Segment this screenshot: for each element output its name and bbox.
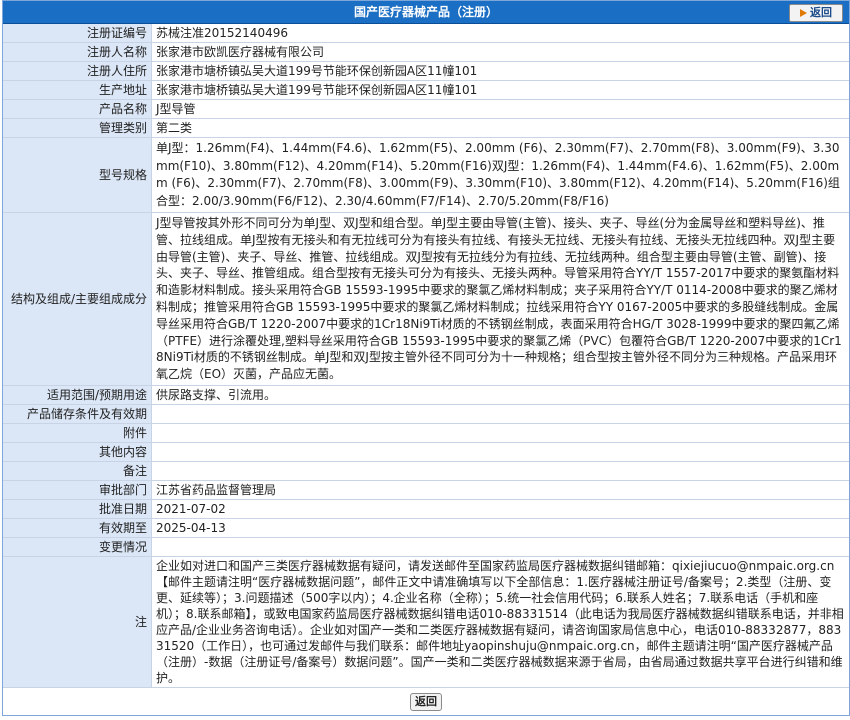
field-label: 注册证编号 xyxy=(3,24,152,43)
field-value: 供尿路支撑、引流用。 xyxy=(151,385,849,405)
field-label: 型号规格 xyxy=(3,137,152,213)
back-button-bottom[interactable]: 返回 xyxy=(410,692,442,711)
table-row: 附件 xyxy=(3,423,849,443)
field-label: 产品储存条件及有效期 xyxy=(3,404,152,424)
back-button-label: 返回 xyxy=(810,6,832,19)
field-label: 产品名称 xyxy=(3,99,152,119)
table-row: 注册人住所 张家港市塘桥镇弘吴大道199号节能环保创新园A区11幢101 xyxy=(3,61,849,81)
field-value: 单J型：1.26mm(F4)、1.44mm(F4.6)、1.62mm(F5)、2… xyxy=(151,137,849,213)
table-row: 管理类别 第二类 xyxy=(3,118,849,138)
table-row: 其他内容 xyxy=(3,442,849,462)
field-label: 结构及组成/主要组成成分 xyxy=(3,212,152,386)
detail-table: 注册证编号 苏械注准20152140496 注册人名称 张家港市欧凯医疗器械有限… xyxy=(3,24,849,688)
table-row: 注册证编号 苏械注准20152140496 xyxy=(3,24,849,43)
table-row: 注册人名称 张家港市欧凯医疗器械有限公司 xyxy=(3,42,849,62)
field-label: 附件 xyxy=(3,423,152,443)
field-value: 企业如对进口和国产三类医疗器械数据有疑问，请发送邮件至国家药监局医疗器械数据纠错… xyxy=(151,556,849,688)
field-value xyxy=(151,461,849,481)
field-value: 江苏省药品监督管理局 xyxy=(151,480,849,500)
field-value: 苏械注准20152140496 xyxy=(151,24,849,43)
field-value: 2025-04-13 xyxy=(151,518,849,538)
arrow-right-icon xyxy=(800,9,807,17)
field-value: 张家港市塘桥镇弘吴大道199号节能环保创新园A区11幢101 xyxy=(151,80,849,100)
field-label: 有效期至 xyxy=(3,518,152,538)
page-title: 国产医疗器械产品（注册） xyxy=(353,5,498,19)
field-label: 批准日期 xyxy=(3,499,152,519)
field-label: 适用范围/预期用途 xyxy=(3,385,152,405)
field-value: 2021-07-02 xyxy=(151,499,849,519)
table-row-model-spec: 型号规格 单J型：1.26mm(F4)、1.44mm(F4.6)、1.62mm(… xyxy=(3,137,849,213)
panel-header: 国产医疗器械产品（注册） 返回 xyxy=(3,1,849,24)
field-label: 注册人名称 xyxy=(3,42,152,62)
table-row: 审批部门 江苏省药品监督管理局 xyxy=(3,480,849,500)
field-value xyxy=(151,423,849,443)
field-label: 生产地址 xyxy=(3,80,152,100)
field-label: 注 xyxy=(3,556,152,688)
table-row: 产品储存条件及有效期 xyxy=(3,404,849,424)
table-row: 备注 xyxy=(3,461,849,481)
table-row: 批准日期 2021-07-02 xyxy=(3,499,849,519)
table-row-note: 注 企业如对进口和国产三类医疗器械数据有疑问，请发送邮件至国家药监局医疗器械数据… xyxy=(3,556,849,688)
field-value xyxy=(151,537,849,557)
field-value: J型导管按其外形不同可分为单J型、双J型和组合型。单J型主要由导管(主管)、接头… xyxy=(151,212,849,386)
field-label: 备注 xyxy=(3,461,152,481)
field-value: J型导管 xyxy=(151,99,849,119)
back-button-top[interactable]: 返回 xyxy=(789,4,843,22)
field-value: 第二类 xyxy=(151,118,849,138)
field-value: 张家港市塘桥镇弘吴大道199号节能环保创新园A区11幢101 xyxy=(151,61,849,81)
table-row: 产品名称 J型导管 xyxy=(3,99,849,119)
field-label: 审批部门 xyxy=(3,480,152,500)
table-row: 有效期至 2025-04-13 xyxy=(3,518,849,538)
field-label: 管理类别 xyxy=(3,118,152,138)
table-row: 变更情况 xyxy=(3,537,849,557)
table-row: 适用范围/预期用途 供尿路支撑、引流用。 xyxy=(3,385,849,405)
table-row: 生产地址 张家港市塘桥镇弘吴大道199号节能环保创新园A区11幢101 xyxy=(3,80,849,100)
table-row-structure: 结构及组成/主要组成成分 J型导管按其外形不同可分为单J型、双J型和组合型。单J… xyxy=(3,212,849,386)
footer: 返回 xyxy=(3,688,849,715)
detail-panel: 国产医疗器械产品（注册） 返回 注册证编号 苏械注准20152140496 注册… xyxy=(2,0,850,716)
field-label: 注册人住所 xyxy=(3,61,152,81)
field-label: 变更情况 xyxy=(3,537,152,557)
field-value xyxy=(151,442,849,462)
field-label: 其他内容 xyxy=(3,442,152,462)
field-value: 张家港市欧凯医疗器械有限公司 xyxy=(151,42,849,62)
field-value xyxy=(151,404,849,424)
